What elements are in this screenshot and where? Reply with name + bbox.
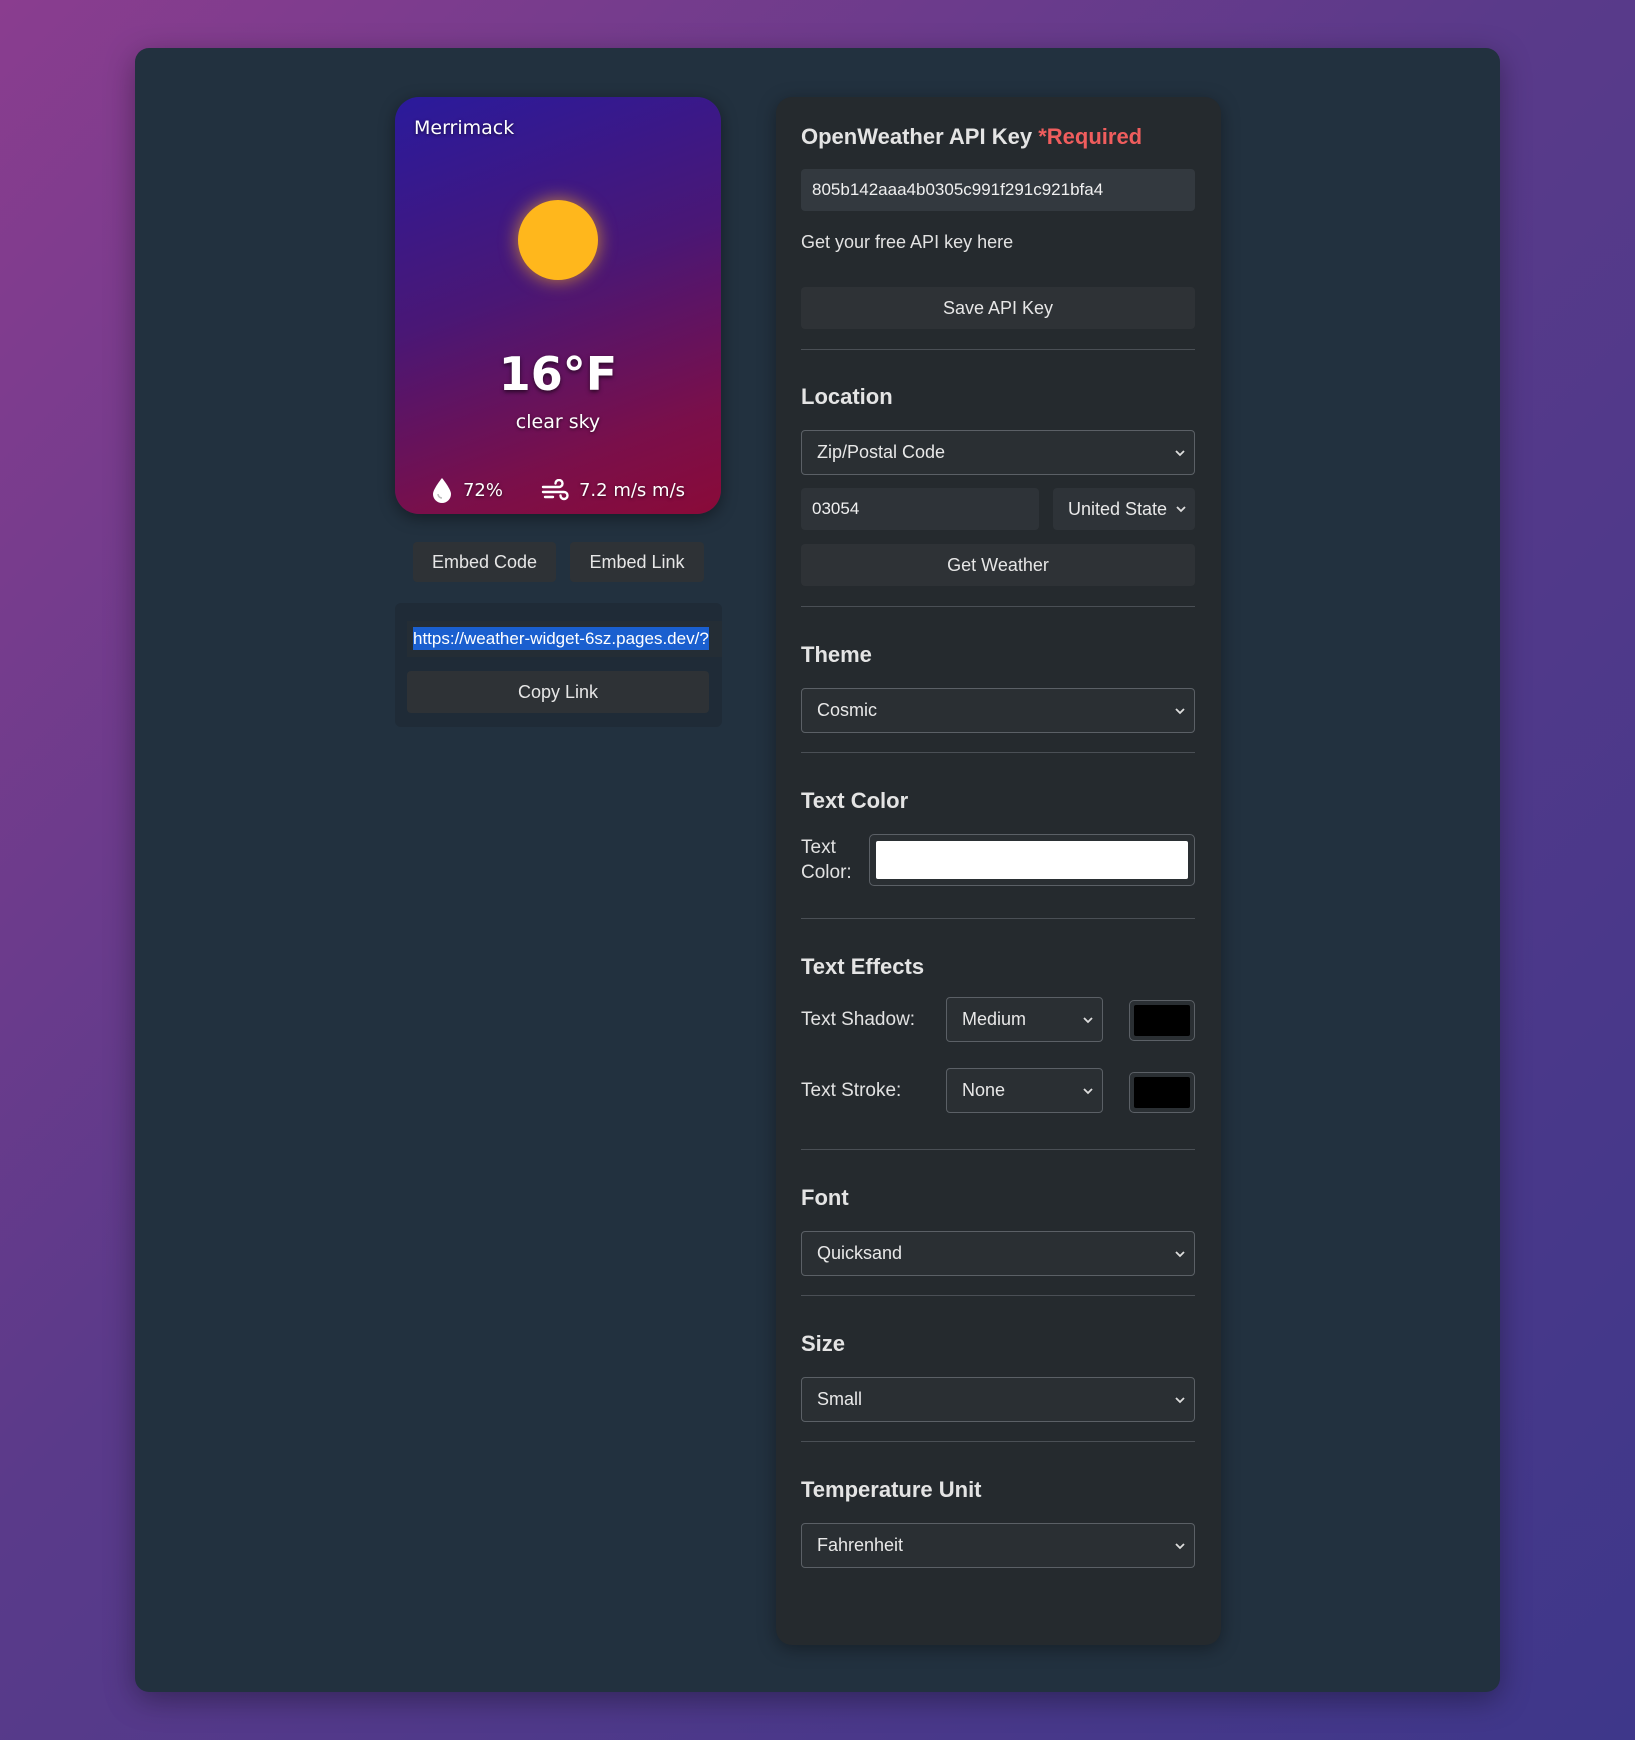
divider <box>801 349 1195 350</box>
get-weather-button[interactable]: Get Weather <box>801 544 1195 586</box>
text-color-picker[interactable] <box>869 834 1195 886</box>
temperature-unit-heading: Temperature Unit <box>801 1477 982 1502</box>
theme-value: Cosmic <box>817 700 878 720</box>
chevron-down-icon <box>1175 707 1185 714</box>
embed-link-button[interactable]: Embed Link <box>570 542 704 582</box>
font-heading: Font <box>801 1185 849 1210</box>
api-key-help-link[interactable]: Get your free API key here <box>801 232 1013 253</box>
humidity-value: 72% <box>462 479 503 501</box>
text-color-label-line2: Color: <box>801 862 852 883</box>
font-select[interactable]: Quicksand <box>801 1231 1195 1276</box>
wind-stat: 7.2 m/s m/s <box>541 477 685 503</box>
location-heading: Location <box>801 384 893 409</box>
weather-stats: 72% 7.2 m/s m/s <box>395 477 721 503</box>
weather-widget-preview: Merrimack 16°F clear sky 72% 7.2 m/s m/s <box>395 97 721 514</box>
divider <box>801 1149 1195 1150</box>
api-key-input[interactable]: 805b142aaa4b0305c991f291c921bfa4 <box>801 169 1195 211</box>
divider <box>801 1441 1195 1442</box>
settings-panel: OpenWeather API Key *Required 805b142aaa… <box>776 97 1221 1645</box>
divider <box>801 752 1195 753</box>
chevron-down-icon <box>1175 449 1185 456</box>
country-value: United State <box>1068 498 1168 519</box>
api-key-heading: OpenWeather API Key *Required <box>801 124 1142 150</box>
chevron-down-icon <box>1175 1250 1185 1257</box>
chevron-down-icon <box>1175 1396 1185 1403</box>
text-shadow-select[interactable]: Medium <box>946 997 1103 1042</box>
copy-link-button[interactable]: Copy Link <box>407 671 709 713</box>
text-shadow-value: Medium <box>962 1009 1027 1029</box>
font-value: Quicksand <box>817 1243 903 1263</box>
chevron-down-icon <box>1083 1016 1093 1023</box>
theme-select[interactable]: Cosmic <box>801 688 1195 733</box>
text-color-label-line1: Text <box>801 837 836 858</box>
app-container: Merrimack 16°F clear sky 72% 7.2 m/s m/s… <box>135 48 1500 1692</box>
divider <box>801 918 1195 919</box>
divider <box>801 606 1195 607</box>
temperature-unit-select[interactable]: Fahrenheit <box>801 1523 1195 1568</box>
text-stroke-select[interactable]: None <box>946 1068 1103 1113</box>
text-stroke-color-picker[interactable] <box>1129 1072 1195 1113</box>
chevron-down-icon <box>1175 1542 1185 1549</box>
location-mode-value: Zip/Postal Code <box>817 442 946 462</box>
temperature: 16°F <box>498 347 618 401</box>
text-effects-heading: Text Effects <box>801 954 925 979</box>
text-shadow-color-swatch <box>1134 1005 1190 1036</box>
temperature-unit-value: Fahrenheit <box>817 1535 904 1555</box>
chevron-down-icon <box>1083 1087 1093 1094</box>
text-shadow-label: Text Shadow: <box>801 1009 916 1030</box>
size-value: Small <box>817 1389 863 1409</box>
divider <box>801 1295 1195 1296</box>
embed-link-panel: https://weather-widget-6sz.pages.dev/? C… <box>395 603 722 727</box>
save-api-key-button[interactable]: Save API Key <box>801 287 1195 329</box>
text-color-label: Text Color: <box>801 835 852 885</box>
required-marker: *Required <box>1038 124 1143 149</box>
api-key-title: OpenWeather API Key <box>801 124 1033 149</box>
droplet-icon <box>431 477 453 503</box>
location-mode-select[interactable]: Zip/Postal Code <box>801 430 1195 475</box>
text-shadow-color-picker[interactable] <box>1129 1000 1195 1041</box>
weather-condition: clear sky <box>515 411 601 433</box>
sun-icon <box>518 200 598 280</box>
embed-url-field[interactable]: https://weather-widget-6sz.pages.dev/? <box>407 621 722 657</box>
wind-value: 7.2 m/s m/s <box>578 479 686 501</box>
humidity-stat: 72% <box>431 477 503 503</box>
text-stroke-value: None <box>962 1080 1006 1100</box>
text-color-heading: Text Color <box>801 788 909 813</box>
embed-code-button[interactable]: Embed Code <box>413 542 556 582</box>
theme-heading: Theme <box>801 642 872 667</box>
text-color-swatch <box>876 841 1188 879</box>
size-heading: Size <box>801 1331 846 1356</box>
chevron-down-icon <box>1176 506 1186 513</box>
text-stroke-color-swatch <box>1134 1077 1190 1108</box>
wind-icon <box>541 479 569 501</box>
city-name: Merrimack <box>414 117 515 139</box>
size-select[interactable]: Small <box>801 1377 1195 1422</box>
embed-url-text: https://weather-widget-6sz.pages.dev/? <box>413 627 709 650</box>
text-stroke-label: Text Stroke: <box>801 1080 902 1101</box>
zip-input[interactable]: 03054 <box>801 488 1039 530</box>
country-select[interactable]: United State <box>1053 488 1195 530</box>
